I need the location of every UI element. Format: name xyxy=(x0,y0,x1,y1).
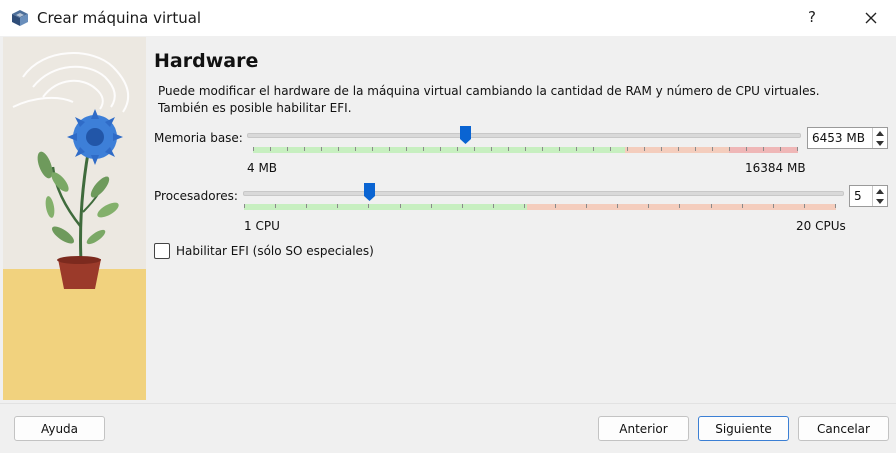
processors-label: Procesadores: xyxy=(154,189,238,203)
processors-spin-up[interactable] xyxy=(873,186,887,196)
memory-spin-arrows xyxy=(872,128,887,148)
slider-tick xyxy=(287,147,288,151)
memory-spin-down[interactable] xyxy=(873,138,887,148)
slider-tick xyxy=(524,204,525,208)
virtualbox-cube-icon xyxy=(12,10,28,26)
slider-tick xyxy=(462,204,463,208)
slider-tick xyxy=(406,147,407,151)
memory-max-label: 16384 MB xyxy=(745,161,806,175)
page-description: Puede modificar el hardware de la máquin… xyxy=(158,83,838,117)
slider-tick xyxy=(797,147,798,151)
memory-value[interactable]: 6453 MB xyxy=(808,131,872,145)
slider-tick xyxy=(695,147,696,151)
slider-tick xyxy=(576,147,577,151)
slider-tick xyxy=(431,204,432,208)
processors-slider-ticks xyxy=(244,204,836,210)
back-button[interactable]: Anterior xyxy=(598,416,689,441)
slider-tick xyxy=(337,204,338,208)
arrow-up-icon xyxy=(876,130,884,136)
memory-slider-thumb[interactable] xyxy=(460,126,471,144)
arrow-down-icon xyxy=(876,140,884,146)
slider-tick xyxy=(253,147,254,151)
cancel-button[interactable]: Cancelar xyxy=(798,416,889,441)
memory-slider-track[interactable] xyxy=(247,133,801,138)
memory-min-label: 4 MB xyxy=(247,161,278,175)
processors-min-label: 1 CPU xyxy=(244,219,280,233)
processors-spin-down[interactable] xyxy=(873,196,887,206)
slider-tick xyxy=(270,147,271,151)
slider-tick xyxy=(304,147,305,151)
slider-tick xyxy=(586,204,587,208)
processors-slider-track[interactable] xyxy=(243,191,844,196)
efi-checkbox[interactable] xyxy=(154,243,170,259)
slider-tick xyxy=(711,204,712,208)
slider-tick xyxy=(508,147,509,151)
slider-tick xyxy=(457,147,458,151)
slider-tick xyxy=(593,147,594,151)
slider-tick xyxy=(712,147,713,151)
processors-spin-arrows xyxy=(872,186,887,206)
slider-tick xyxy=(400,204,401,208)
slider-tick xyxy=(389,147,390,151)
slider-tick xyxy=(368,204,369,208)
processors-slider-thumb[interactable] xyxy=(364,183,375,201)
efi-label[interactable]: Habilitar EFI (sólo SO especiales) xyxy=(176,244,374,258)
slider-tick xyxy=(804,204,805,208)
processors-max-label: 20 CPUs xyxy=(796,219,846,233)
slider-tick xyxy=(338,147,339,151)
description-line-2: También es posible habilitar EFI. xyxy=(158,101,352,115)
slider-tick xyxy=(306,204,307,208)
slider-tick xyxy=(355,147,356,151)
memory-spin-up[interactable] xyxy=(873,128,887,138)
slider-tick xyxy=(763,147,764,151)
slider-tick xyxy=(610,147,611,151)
slider-tick xyxy=(372,147,373,151)
next-button[interactable]: Siguiente xyxy=(698,416,789,441)
slider-tick xyxy=(321,147,322,151)
slider-tick xyxy=(780,147,781,151)
slider-tick xyxy=(474,147,475,151)
description-line-1: Puede modificar el hardware de la máquin… xyxy=(158,84,820,98)
slider-tick xyxy=(678,147,679,151)
slider-tick xyxy=(835,204,836,208)
slider-tick xyxy=(440,147,441,151)
slider-tick xyxy=(542,147,543,151)
slider-tick xyxy=(773,204,774,208)
slider-tick xyxy=(729,147,730,151)
title-bar: Crear máquina virtual ? xyxy=(0,0,896,36)
processors-value[interactable]: 5 xyxy=(850,189,872,203)
slider-tick xyxy=(661,147,662,151)
arrow-up-icon xyxy=(876,188,884,194)
memory-slider-ticks xyxy=(253,147,798,153)
memory-spinbox[interactable]: 6453 MB xyxy=(807,127,888,149)
slider-tick xyxy=(275,204,276,208)
help-button[interactable]: Ayuda xyxy=(14,416,105,441)
slider-tick xyxy=(493,204,494,208)
help-title-button[interactable]: ? xyxy=(808,8,816,26)
processors-spinbox[interactable]: 5 xyxy=(849,185,888,207)
slider-tick xyxy=(648,204,649,208)
memory-label: Memoria base: xyxy=(154,131,243,145)
slider-tick xyxy=(644,147,645,151)
slider-tick xyxy=(559,147,560,151)
slider-tick xyxy=(525,147,526,151)
close-icon[interactable] xyxy=(861,8,881,28)
slider-tick xyxy=(555,204,556,208)
slider-tick xyxy=(746,147,747,151)
slider-tick xyxy=(244,204,245,208)
slider-tick xyxy=(742,204,743,208)
slider-tick xyxy=(423,147,424,151)
flower-illustration xyxy=(3,37,146,400)
slider-tick xyxy=(679,204,680,208)
window-title: Crear máquina virtual xyxy=(37,9,202,27)
page-title: Hardware xyxy=(154,50,259,72)
slider-tick xyxy=(617,204,618,208)
arrow-down-icon xyxy=(876,198,884,204)
slider-tick xyxy=(491,147,492,151)
slider-tick xyxy=(627,147,628,151)
